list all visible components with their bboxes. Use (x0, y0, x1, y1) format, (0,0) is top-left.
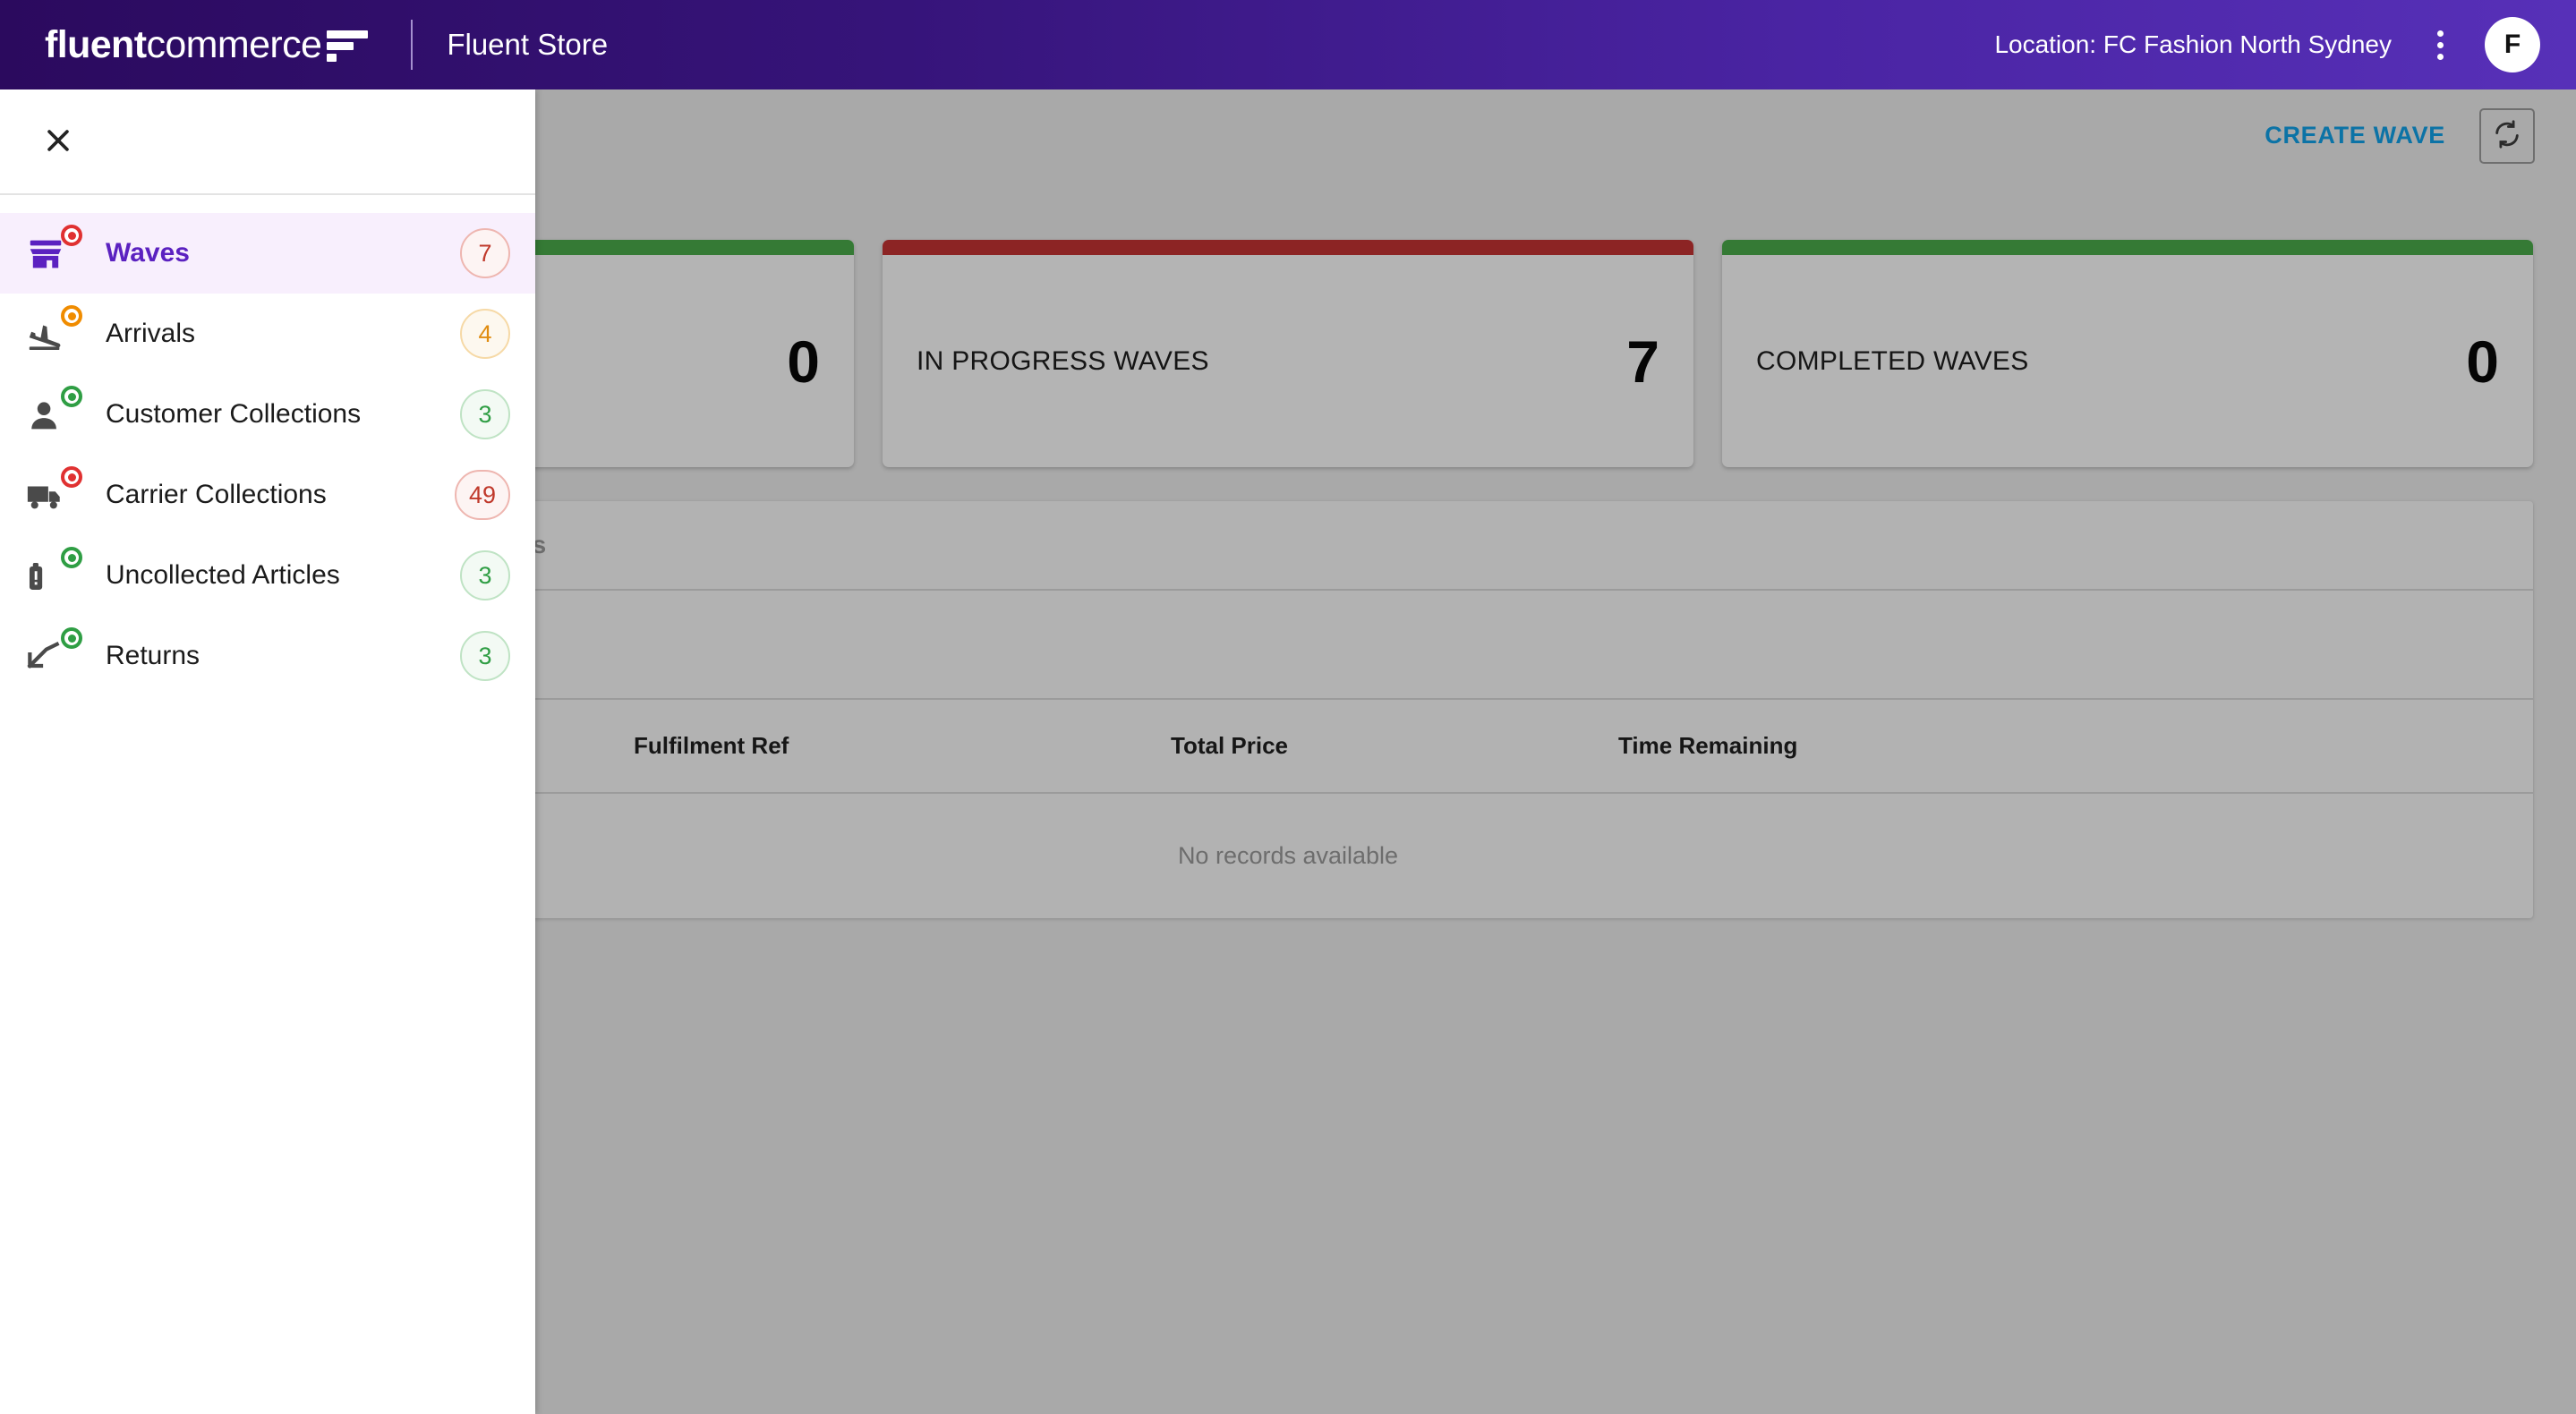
app-header: fluent commerce Fluent Store Location: FC… (0, 0, 2576, 89)
sidebar-item-label: Waves (106, 238, 190, 268)
truck-icon (25, 466, 82, 520)
card-value: 0 (787, 328, 820, 395)
sidebar-item-badge: 3 (460, 550, 510, 601)
sidebar-item-label: Customer Collections (106, 399, 362, 429)
store-icon (25, 225, 82, 278)
fluent-commerce-logo: fluent commerce (45, 22, 369, 67)
logo-text-light: commerce (146, 22, 322, 66)
sidebar-item-returns[interactable]: Returns 3 (0, 616, 535, 696)
sidebar-item-waves[interactable]: Waves 7 (0, 213, 535, 294)
card-accent-bar (1722, 240, 2533, 255)
stat-card-in-progress-waves[interactable]: IN PROGRESS WAVES 7 (883, 240, 1693, 467)
sidebar-item-badge: 3 (460, 389, 510, 439)
column-header-fulfilment-ref[interactable]: Fulfilment Ref (634, 700, 1171, 794)
card-value: 7 (1626, 328, 1659, 395)
header-divider (411, 20, 414, 70)
drawer-header (0, 89, 535, 195)
close-drawer-button[interactable] (27, 110, 90, 173)
refresh-icon (2492, 119, 2522, 152)
return-arrow-icon (25, 627, 82, 681)
column-header-total-price[interactable]: Total Price (1171, 700, 1618, 794)
app-root: fluent commerce Fluent Store Location: FC… (0, 0, 2576, 1414)
sidebar-item-label: Returns (106, 641, 200, 670)
plane-landing-icon (25, 305, 82, 359)
sidebar-item-carrier-collections[interactable]: Carrier Collections 49 (0, 455, 535, 535)
brand[interactable]: fluent commerce Fluent Store (0, 20, 608, 70)
clipboard-alert-icon (25, 547, 82, 601)
card-accent-bar (883, 240, 1693, 255)
more-vertical-icon[interactable] (2415, 20, 2465, 70)
sidebar-item-arrivals[interactable]: Arrivals 4 (0, 294, 535, 374)
sidebar-item-label: Arrivals (106, 319, 196, 348)
sidebar-item-badge: 3 (460, 631, 510, 681)
close-icon (43, 125, 73, 158)
column-header-time-remaining[interactable]: Time Remaining (1618, 700, 2533, 794)
sidebar-item-badge: 49 (454, 470, 510, 520)
drawer-nav-list: Waves 7 Arrivals 4 Customer Collections … (0, 195, 535, 696)
app-title: Fluent Store (447, 28, 609, 61)
avatar[interactable]: F (2485, 17, 2540, 72)
sidebar-item-badge: 4 (460, 309, 510, 359)
header-right-group: Location: FC Fashion North Sydney F (1994, 17, 2576, 72)
status-dot (61, 547, 82, 568)
status-dot (61, 305, 82, 327)
card-value: 0 (2466, 328, 2499, 395)
sidebar-item-uncollected-articles[interactable]: Uncollected Articles 3 (0, 535, 535, 616)
refresh-button[interactable] (2479, 107, 2535, 164)
status-dot (61, 386, 82, 407)
logo-text-bold: fluent (45, 22, 147, 66)
sidebar-item-label: Carrier Collections (106, 480, 327, 509)
card-label: COMPLETED WAVES (1756, 345, 2029, 376)
stat-card-completed-waves[interactable]: COMPLETED WAVES 0 (1722, 240, 2533, 467)
card-body: COMPLETED WAVES 0 (1722, 255, 2533, 467)
sidebar-item-label: Uncollected Articles (106, 560, 340, 590)
status-dot (61, 627, 82, 649)
location-label: Location: FC Fashion North Sydney (1994, 30, 2392, 58)
three-bars-icon (327, 27, 369, 62)
status-dot (61, 466, 82, 488)
status-dot (61, 225, 82, 246)
card-body: IN PROGRESS WAVES 7 (883, 255, 1693, 467)
sidebar-item-customer-collections[interactable]: Customer Collections 3 (0, 374, 535, 455)
person-icon (25, 386, 82, 439)
card-label: IN PROGRESS WAVES (917, 345, 1209, 376)
create-wave-button[interactable]: CREATE WAVE (2248, 113, 2461, 158)
sidebar-item-badge: 7 (460, 228, 510, 278)
navigation-drawer: Waves 7 Arrivals 4 Customer Collections … (0, 89, 535, 1414)
